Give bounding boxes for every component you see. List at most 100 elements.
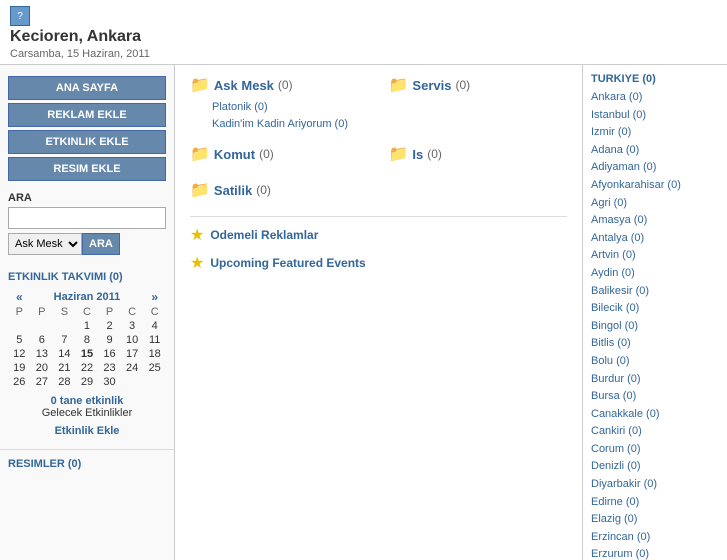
category-row-3: 📁 Satilik (0) xyxy=(190,180,567,204)
etkinlik-title: ETKINLIK TAKVIMI (0) xyxy=(8,271,166,283)
city-link[interactable]: Denizli (0) xyxy=(591,458,719,476)
calendar: « Haziran 2011 » P P S C P C C xyxy=(8,289,166,389)
category-satilik-header: 📁 Satilik (0) xyxy=(190,180,369,200)
servis-link[interactable]: Servis xyxy=(412,78,451,93)
ana-sayfa-button[interactable]: ANA SAYFA xyxy=(8,76,166,100)
is-link[interactable]: Is xyxy=(412,147,423,162)
search-dropdown[interactable]: Ask Mesk Servis Is Komut Satilik xyxy=(8,233,82,255)
city-link[interactable]: Ankara (0) xyxy=(591,89,719,107)
main-content: 📁 Ask Mesk (0) Platonik (0) Kadin'im Kad… xyxy=(175,65,582,560)
etkinlik-section: ETKINLIK TAKVIMI (0) « Haziran 2011 » P … xyxy=(0,263,174,445)
category-ask-mesk: 📁 Ask Mesk (0) Platonik (0) Kadin'im Kad… xyxy=(190,75,369,132)
folder-icon-komut: 📁 xyxy=(190,144,210,164)
etkinlik-future: Gelecek Etkinlikler xyxy=(42,407,132,419)
city-link[interactable]: Elazig (0) xyxy=(591,511,719,529)
category-komut: 📁 Komut (0) xyxy=(190,144,369,168)
calendar-prev[interactable]: « xyxy=(8,289,31,305)
ask-mesk-subs: Platonik (0) Kadin'im Kadin Ariyorum (0) xyxy=(190,99,369,132)
category-row-2: 📁 Komut (0) 📁 Is (0) xyxy=(190,144,567,168)
header-date: Carsamba, 15 Haziran, 2011 xyxy=(10,48,150,60)
calendar-week-3: 12 13 14 15 16 17 18 xyxy=(8,347,166,361)
etkinlik-add-link[interactable]: Etkinlik Ekle xyxy=(8,425,166,437)
satilik-link[interactable]: Satilik xyxy=(214,183,252,198)
etkinlik-ekle-button[interactable]: ETKINLIK EKLE xyxy=(8,130,166,154)
city-link[interactable]: Erzurum (0) xyxy=(591,546,719,560)
city-link[interactable]: Izmir (0) xyxy=(591,124,719,142)
turkey-title: TURKIYE (0) xyxy=(591,73,719,85)
calendar-week-4: 19 20 21 22 23 24 25 xyxy=(8,361,166,375)
category-komut-header: 📁 Komut (0) xyxy=(190,144,369,164)
calendar-month: Haziran 2011 xyxy=(31,289,144,305)
category-ask-mesk-header: 📁 Ask Mesk (0) xyxy=(190,75,369,95)
category-is-header: 📁 Is (0) xyxy=(389,144,568,164)
reklam-ekle-button[interactable]: REKLAM EKLE xyxy=(8,103,166,127)
ask-mesk-link[interactable]: Ask Mesk xyxy=(214,78,274,93)
etkinlik-zero: 0 tane etkinlik xyxy=(51,395,124,407)
category-row-1: 📁 Ask Mesk (0) Platonik (0) Kadin'im Kad… xyxy=(190,75,567,132)
city-link[interactable]: Corum (0) xyxy=(591,441,719,459)
city-link[interactable]: Edirne (0) xyxy=(591,494,719,512)
folder-icon-servis: 📁 xyxy=(389,75,409,95)
city-link[interactable]: Aydin (0) xyxy=(591,265,719,283)
city-link[interactable]: Cankiri (0) xyxy=(591,423,719,441)
star-icon-odemeli: ★ xyxy=(190,225,204,245)
search-row: Ask Mesk Servis Is Komut Satilik ARA xyxy=(8,233,166,255)
kadin-link[interactable]: Kadin'im Kadin Ariyorum (0) xyxy=(212,116,369,133)
header: ? Kecioren, Ankara Carsamba, 15 Haziran,… xyxy=(0,0,727,65)
star-icon-upcoming: ★ xyxy=(190,253,204,273)
search-button[interactable]: ARA xyxy=(82,233,120,255)
calendar-week-5: 26 27 28 29 30 xyxy=(8,375,166,389)
city-link[interactable]: Bingol (0) xyxy=(591,318,719,336)
upcoming-item: ★ Upcoming Featured Events xyxy=(190,253,567,273)
folder-icon-is: 📁 xyxy=(389,144,409,164)
city-link[interactable]: Antalya (0) xyxy=(591,230,719,248)
city-link[interactable]: Afyonkarahisar (0) xyxy=(591,177,719,195)
satilik-count: (0) xyxy=(256,183,271,197)
header-icon: ? xyxy=(10,6,30,26)
calendar-next[interactable]: » xyxy=(143,289,166,305)
city-link[interactable]: Balikesir (0) xyxy=(591,283,719,301)
resimler-title: RESIMLER (0) xyxy=(8,458,166,470)
resim-ekle-button[interactable]: RESIM EKLE xyxy=(8,157,166,181)
ask-mesk-count: (0) xyxy=(278,78,293,92)
odemeli-item: ★ Odemeli Reklamlar xyxy=(190,225,567,245)
city-link[interactable]: Diyarbakir (0) xyxy=(591,476,719,494)
city-link[interactable]: Bursa (0) xyxy=(591,388,719,406)
upcoming-link[interactable]: Upcoming Featured Events xyxy=(210,256,365,270)
komut-count: (0) xyxy=(259,147,274,161)
category-is: 📁 Is (0) xyxy=(389,144,568,168)
layout: ANA SAYFA REKLAM EKLE ETKINLIK EKLE RESI… xyxy=(0,65,727,560)
city-link[interactable]: Amasya (0) xyxy=(591,212,719,230)
featured-section: ★ Odemeli Reklamlar ★ Upcoming Featured … xyxy=(190,225,567,273)
calendar-week-1: 1 2 3 4 xyxy=(8,319,166,333)
city-link[interactable]: Erzincan (0) xyxy=(591,529,719,547)
search-label: ARA xyxy=(8,192,166,204)
city-link[interactable]: Bilecik (0) xyxy=(591,300,719,318)
category-servis-header: 📁 Servis (0) xyxy=(389,75,568,95)
category-servis: 📁 Servis (0) xyxy=(389,75,568,132)
folder-icon-satilik: 📁 xyxy=(190,180,210,200)
city-link[interactable]: Adana (0) xyxy=(591,142,719,160)
is-count: (0) xyxy=(427,147,442,161)
category-placeholder xyxy=(389,180,568,204)
city-link[interactable]: Bitlis (0) xyxy=(591,335,719,353)
city-link[interactable]: Adiyaman (0) xyxy=(591,159,719,177)
odemeli-link[interactable]: Odemeli Reklamlar xyxy=(210,228,318,242)
komut-link[interactable]: Komut xyxy=(214,147,255,162)
search-section: ARA Ask Mesk Servis Is Komut Satilik ARA xyxy=(0,184,174,263)
search-input[interactable] xyxy=(8,207,166,229)
city-link[interactable]: Istanbul (0) xyxy=(591,107,719,125)
category-satilik: 📁 Satilik (0) xyxy=(190,180,369,204)
city-link[interactable]: Artvin (0) xyxy=(591,247,719,265)
city-link[interactable]: Canakkale (0) xyxy=(591,406,719,424)
calendar-day-headers: P P S C P C C xyxy=(8,305,166,319)
left-sidebar: ANA SAYFA REKLAM EKLE ETKINLIK EKLE RESI… xyxy=(0,65,175,560)
folder-icon: 📁 xyxy=(190,75,210,95)
city-link[interactable]: Burdur (0) xyxy=(591,371,719,389)
etkinlik-summary: 0 tane etkinlik Gelecek Etkinlikler xyxy=(8,389,166,423)
city-link[interactable]: Bolu (0) xyxy=(591,353,719,371)
resimler-section: RESIMLER (0) xyxy=(0,449,174,478)
divider xyxy=(190,216,567,217)
city-link[interactable]: Agri (0) xyxy=(591,195,719,213)
platonik-link[interactable]: Platonik (0) xyxy=(212,99,369,116)
